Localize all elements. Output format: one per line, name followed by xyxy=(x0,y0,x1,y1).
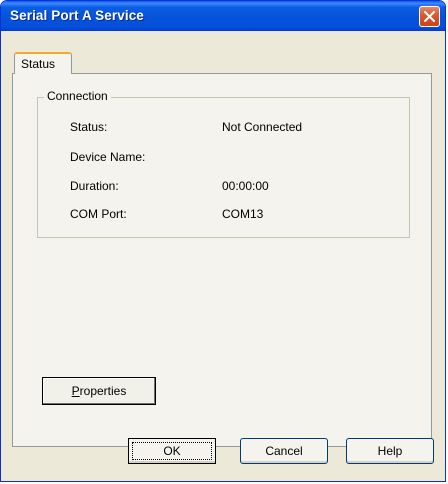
duration-value: 00:00:00 xyxy=(222,179,269,193)
duration-label: Duration: xyxy=(70,179,119,193)
close-button[interactable] xyxy=(419,6,440,27)
help-label: Help xyxy=(377,444,403,458)
status-value: Not Connected xyxy=(222,120,303,134)
properties-button[interactable]: Properties xyxy=(42,377,156,405)
ok-label: OK xyxy=(163,444,181,458)
device-name-label: Device Name: xyxy=(70,150,146,164)
dialog-window: Serial Port A Service Status Connection … xyxy=(0,0,446,482)
connection-group-label: Connection xyxy=(44,89,111,103)
tab-status[interactable]: Status xyxy=(14,52,72,74)
dialog-content: Status Connection Status: Not Connected … xyxy=(4,31,442,478)
help-button[interactable]: Help xyxy=(346,438,434,464)
com-port-label: COM Port: xyxy=(70,207,127,221)
tab-status-label: Status xyxy=(21,57,56,71)
window-title: Serial Port A Service xyxy=(10,8,144,23)
properties-mnemonic: P xyxy=(71,384,80,398)
com-port-value: COM13 xyxy=(222,207,264,221)
close-icon xyxy=(424,11,435,22)
status-label: Status: xyxy=(70,120,108,134)
cancel-button[interactable]: Cancel xyxy=(240,438,328,464)
title-bar[interactable]: Serial Port A Service xyxy=(1,1,445,31)
properties-label: roperties xyxy=(79,384,127,398)
cancel-label: Cancel xyxy=(265,444,303,458)
ok-button[interactable]: OK xyxy=(128,438,216,464)
